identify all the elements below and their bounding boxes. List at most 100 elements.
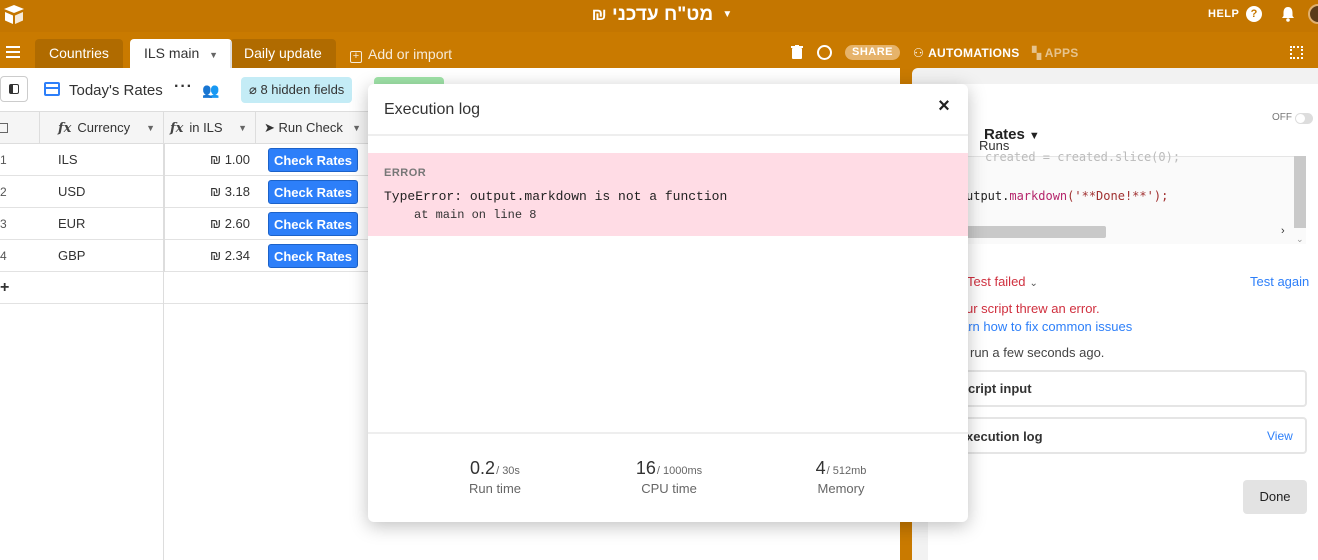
cell-rate[interactable]: ₪ 2.60 <box>164 208 254 240</box>
tab-countries[interactable]: Countries <box>35 39 123 68</box>
formula-icon: fx <box>170 121 184 136</box>
chevron-down-icon[interactable]: ▼ <box>209 50 218 60</box>
error-block: ERROR TypeError: output.markdown is not … <box>368 153 968 236</box>
chevron-down-icon[interactable]: ▼ <box>352 112 361 144</box>
help-link[interactable]: HELP <box>1208 8 1239 20</box>
check-rates-button[interactable]: Check Rates <box>268 148 358 172</box>
horizontal-scrollbar[interactable] <box>966 226 1106 238</box>
cell-rate[interactable]: ₪ 3.18 <box>164 176 254 208</box>
execution-log-section[interactable]: xecution log View <box>930 417 1307 454</box>
code-line: utput.markdown('**Done!**'); <box>966 189 1168 203</box>
vertical-scrollbar[interactable] <box>1294 156 1306 228</box>
add-or-import-button[interactable]: + Add or import <box>350 46 452 63</box>
check-rates-button[interactable]: Check Rates <box>268 212 358 236</box>
toggle-label: OFF <box>1272 112 1292 123</box>
error-summary: ur script threw an error. <box>966 301 1100 316</box>
scroll-down-icon[interactable]: ⌄ <box>1296 234 1304 245</box>
stat-memory: 4/ 512mb Memory <box>776 458 906 496</box>
stat-value: 16 <box>635 458 656 478</box>
collaborators-icon[interactable]: 👥 <box>202 82 219 99</box>
tab-label: Countries <box>49 45 109 61</box>
tab-daily-update[interactable]: Daily update <box>230 39 336 68</box>
test-status[interactable]: Test failed ⌄ <box>967 274 1038 289</box>
run-timestamp: run a few seconds ago. <box>970 345 1105 360</box>
apps-label: APPS <box>1044 46 1079 60</box>
row-number: 2 <box>0 185 7 199</box>
share-button[interactable]: SHARE <box>845 45 901 60</box>
base-glyph-icon: ₪ <box>591 5 607 24</box>
chevron-down-icon: ▼ <box>722 9 733 21</box>
code-line: created = created.slice(0); <box>985 150 1181 164</box>
add-row[interactable]: + <box>0 272 370 304</box>
tab-ils-main[interactable]: ILS main ▼ <box>130 39 233 68</box>
error-label: ERROR <box>384 167 427 179</box>
grid-header: fx Currency ▼ fx in ILS ▼ ➤ Run Check ▼ <box>0 112 370 144</box>
trash-icon[interactable] <box>791 45 803 59</box>
code-token: ('**Done!**'); <box>1067 189 1169 203</box>
table-row[interactable]: 1 ILS ₪ 1.00 Check Rates <box>0 144 370 176</box>
formula-icon: fx <box>58 121 72 136</box>
row-number: 1 <box>0 153 7 167</box>
cell-currency[interactable]: GBP <box>58 240 85 272</box>
check-rates-button[interactable]: Check Rates <box>268 180 358 204</box>
table-row[interactable]: 3 EUR ₪ 2.60 Check Rates <box>0 208 370 240</box>
help-icon[interactable]: ? <box>1246 6 1262 22</box>
chevron-down-icon[interactable]: ▼ <box>146 112 155 144</box>
history-icon[interactable] <box>817 45 832 60</box>
cell-currency[interactable]: USD <box>58 176 85 208</box>
section-label: xecution log <box>966 429 1043 444</box>
test-again-link[interactable]: Test again <box>1250 274 1309 289</box>
stat-limit: / 30s <box>496 465 520 477</box>
cell-currency[interactable]: EUR <box>58 208 85 240</box>
modal-footer: 0.2/ 30s Run time 16/ 1000ms CPU time 4/… <box>368 432 968 522</box>
sidebar-icon <box>9 84 19 94</box>
execution-log-modal: Execution log × ERROR TypeError: output.… <box>368 84 968 522</box>
tab-label: Daily update <box>244 45 322 61</box>
code-token: markdown <box>1009 189 1068 203</box>
tab-label: ILS main <box>144 45 200 61</box>
view-name[interactable]: Today's Rates <box>69 82 163 99</box>
column-header-in-ils[interactable]: fx in ILS ▼ <box>164 112 256 144</box>
base-title-text: מט"ח עדכני <box>611 4 714 25</box>
expand-icon[interactable] <box>1290 46 1303 59</box>
column-header-currency[interactable]: fx Currency ▼ <box>40 112 164 144</box>
chevron-down-icon[interactable]: ▼ <box>238 112 247 144</box>
stat-label: Memory <box>817 481 865 496</box>
stat-cpu-time: 16/ 1000ms CPU time <box>604 458 734 496</box>
stat-label: CPU time <box>641 481 697 496</box>
script-input-section[interactable]: cript input <box>930 370 1307 407</box>
sidebar-toggle-button[interactable] <box>0 76 28 102</box>
stat-limit: / 1000ms <box>656 465 703 477</box>
automations-icon: ⚇ <box>913 46 925 60</box>
menu-icon[interactable] <box>6 46 20 58</box>
view-log-link[interactable]: View <box>1267 429 1293 443</box>
base-title[interactable]: ₪ מט"ח עדכני ▼ <box>0 4 1318 26</box>
stat-label: Run time <box>468 481 522 496</box>
close-icon[interactable]: × <box>936 96 952 116</box>
column-label: Currency <box>77 120 131 135</box>
automation-toggle[interactable] <box>1295 113 1313 124</box>
automations-button[interactable]: ⚇ AUTOMATIONS <box>913 46 1020 60</box>
cell-rate[interactable]: ₪ 1.00 <box>164 144 254 176</box>
done-button[interactable]: Done <box>1243 480 1307 514</box>
check-rates-button[interactable]: Check Rates <box>268 244 358 268</box>
add-row-icon[interactable]: + <box>0 272 9 304</box>
automations-label: AUTOMATIONS <box>928 46 1020 60</box>
scroll-right-icon[interactable]: › <box>1281 225 1285 237</box>
cell-currency[interactable]: ILS <box>58 144 78 176</box>
grid-view-icon <box>44 82 60 96</box>
apps-button[interactable]: ▚ APPS <box>1032 46 1079 60</box>
bell-icon[interactable] <box>1279 5 1297 23</box>
select-all-checkbox[interactable] <box>0 112 40 144</box>
cursor-icon: ➤ <box>264 120 275 135</box>
table-row[interactable]: 4 GBP ₪ 2.34 Check Rates <box>0 240 370 272</box>
column-header-run-check[interactable]: ➤ Run Check ▼ <box>256 112 370 144</box>
cell-rate[interactable]: ₪ 2.34 <box>164 240 254 272</box>
learn-fix-link[interactable]: arn how to fix common issues <box>961 319 1132 334</box>
more-options-icon[interactable]: ··· <box>174 78 193 96</box>
plus-icon: + <box>350 51 362 63</box>
section-label: cript input <box>968 381 1032 396</box>
hidden-fields-button[interactable]: ⌀ 8 hidden fields <box>241 77 353 103</box>
hidden-fields-label: 8 hidden fields <box>260 82 345 97</box>
table-row[interactable]: 2 USD ₪ 3.18 Check Rates <box>0 176 370 208</box>
